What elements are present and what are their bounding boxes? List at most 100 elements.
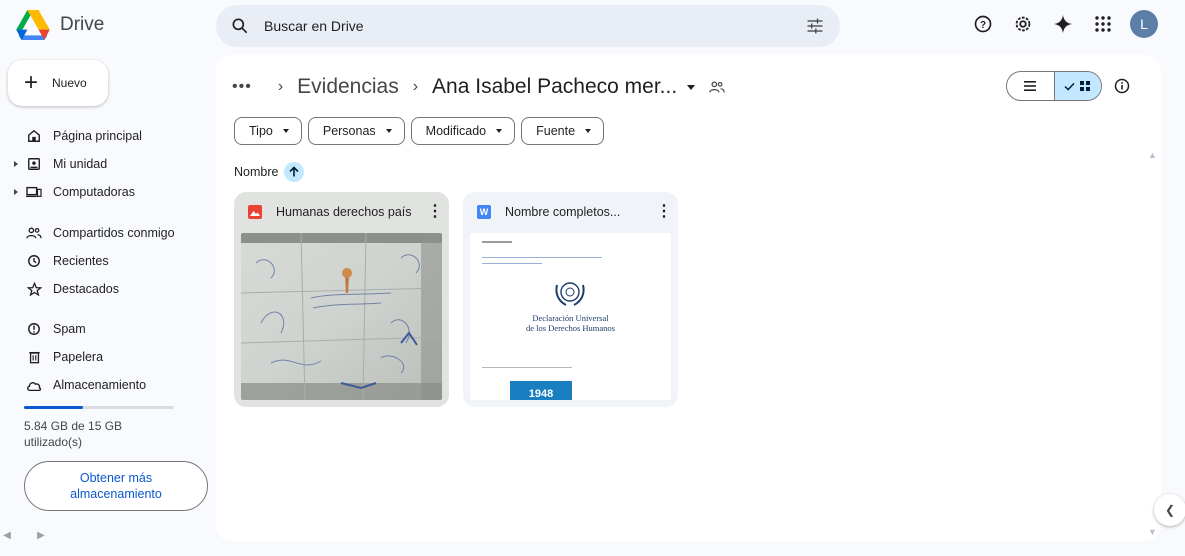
more-folders-icon[interactable]: ••• <box>232 78 252 96</box>
file-card[interactable]: Humanas derechos país ⋮ <box>234 192 449 407</box>
spam-icon <box>25 320 43 338</box>
un-emblem-icon <box>555 282 585 306</box>
filter-source[interactable]: Fuente <box>521 117 605 145</box>
sidebar-item-label: Recientes <box>53 254 109 268</box>
get-more-storage-button[interactable]: Obtener más almacenamiento <box>24 461 208 511</box>
filter-type[interactable]: Tipo <box>234 117 302 145</box>
sidebar-nav-primary: Página principal Mi unidad Computadoras <box>0 122 212 206</box>
chevron-down-icon <box>496 129 503 133</box>
chevron-right-icon: › <box>412 78 419 95</box>
chevron-left-icon: ❮ <box>1164 503 1176 517</box>
sidebar-item-home[interactable]: Página principal <box>0 122 212 150</box>
chevron-down-icon <box>585 129 592 133</box>
expand-caret-icon[interactable] <box>14 161 18 167</box>
file-name: Nombre completos... <box>505 205 621 219</box>
more-options-icon[interactable]: ⋮ <box>427 204 443 220</box>
sidebar-item-label: Destacados <box>53 282 120 296</box>
word-file-icon: W <box>477 205 491 219</box>
scroll-down-icon[interactable]: ▼ <box>1148 527 1157 537</box>
scroll-right-icon[interactable]: ▶ <box>34 530 48 541</box>
sidebar-item-label: Mi unidad <box>53 157 108 171</box>
breadcrumb: ••• › Evidencias › Ana Isabel Pacheco me… <box>232 73 725 101</box>
drive-logo[interactable]: Drive <box>16 10 104 40</box>
more-options-icon[interactable]: ⋮ <box>656 204 672 220</box>
doc-preview-title: Declaración Universal de los Derechos Hu… <box>470 313 671 333</box>
doc-title-line-2: de los Derechos Humanos <box>526 323 615 333</box>
storage-progress-fill <box>24 406 83 409</box>
sidebar-item-recent[interactable]: Recientes <box>0 247 212 275</box>
side-panel-toggle-button[interactable]: ❮ <box>1154 494 1185 526</box>
chevron-down-icon <box>385 129 392 133</box>
sidebar-horizontal-scrollbar[interactable]: ◀ ▶ <box>0 527 212 543</box>
plus-icon: + <box>24 69 39 96</box>
filter-modified[interactable]: Modificado <box>410 117 516 145</box>
gemini-icon[interactable] <box>1050 11 1076 37</box>
chip-label: Fuente <box>536 124 576 138</box>
chevron-right-icon: › <box>277 78 284 95</box>
scroll-left-icon[interactable]: ◀ <box>0 530 14 541</box>
file-card[interactable]: W Nombre completos... ⋮ Declaración Univ… <box>463 192 678 407</box>
sidebar-nav-secondary: Compartidos conmigo Recientes Destacados <box>0 219 212 303</box>
breadcrumb-current[interactable]: Ana Isabel Pacheco mer... <box>432 75 677 99</box>
sidebar-item-storage[interactable]: Almacenamiento <box>0 371 212 399</box>
search-bar[interactable]: Buscar en Drive <box>216 5 840 47</box>
shared-icon <box>25 224 43 242</box>
grid-view-button[interactable] <box>1053 72 1101 100</box>
home-icon <box>25 127 43 145</box>
star-icon <box>25 280 43 298</box>
chevron-down-icon[interactable] <box>687 84 696 90</box>
new-button[interactable]: + Nuevo <box>8 60 108 106</box>
settings-icon[interactable] <box>1010 11 1036 37</box>
arrow-up-icon[interactable] <box>284 162 305 182</box>
sidebar-item-label: Página principal <box>53 129 142 143</box>
my-drive-icon <box>25 155 43 173</box>
sidebar-nav-tertiary: Spam Papelera Almacenamiento <box>0 315 212 399</box>
sort-control[interactable]: Nombre <box>234 162 305 182</box>
help-icon[interactable]: ? <box>970 11 996 37</box>
info-icon[interactable] <box>1112 76 1132 96</box>
shared-folder-icon[interactable] <box>709 79 725 95</box>
search-icon[interactable] <box>230 16 250 36</box>
main-content: ••• › Evidencias › Ana Isabel Pacheco me… <box>216 55 1161 541</box>
list-view-button[interactable] <box>1007 72 1054 100</box>
expand-caret-icon[interactable] <box>14 189 18 195</box>
header-actions: ? L <box>970 10 1158 38</box>
chip-label: Tipo <box>249 124 273 138</box>
chevron-down-icon <box>282 129 289 133</box>
sidebar-item-shared[interactable]: Compartidos conmigo <box>0 219 212 247</box>
sidebar-item-spam[interactable]: Spam <box>0 315 212 343</box>
search-options-icon[interactable] <box>804 16 826 36</box>
image-file-icon <box>248 205 262 219</box>
sidebar-item-computers[interactable]: Computadoras <box>0 178 212 206</box>
view-toggle <box>1006 71 1102 101</box>
computers-icon <box>25 183 43 201</box>
chip-label: Personas <box>322 124 376 138</box>
apps-grid-icon[interactable] <box>1090 11 1116 37</box>
sidebar-item-label: Spam <box>53 322 86 336</box>
filter-people[interactable]: Personas <box>307 117 405 145</box>
breadcrumb-parent[interactable]: Evidencias <box>297 75 399 99</box>
avatar[interactable]: L <box>1130 10 1158 38</box>
doc-text-line <box>482 241 512 243</box>
doc-text-line <box>482 263 542 264</box>
new-button-label: Nuevo <box>52 76 87 90</box>
svg-text:?: ? <box>980 20 986 31</box>
sidebar-item-starred[interactable]: Destacados <box>0 275 212 303</box>
doc-preview-badge: 1948 <box>510 381 572 400</box>
cloud-icon <box>25 376 43 394</box>
scroll-up-icon[interactable]: ▲ <box>1148 150 1157 160</box>
drive-logo-icon <box>16 10 50 40</box>
sidebar-item-my-drive[interactable]: Mi unidad <box>0 150 212 178</box>
sidebar-item-trash[interactable]: Papelera <box>0 343 212 371</box>
search-input[interactable]: Buscar en Drive <box>264 18 804 34</box>
check-icon <box>1064 82 1076 91</box>
file-thumbnail <box>241 233 442 400</box>
grid-icon <box>1080 81 1091 91</box>
doc-text-line <box>482 367 572 368</box>
sidebar-item-label: Almacenamiento <box>53 378 147 392</box>
file-name: Humanas derechos país <box>276 205 412 219</box>
sort-label: Nombre <box>234 165 279 179</box>
file-thumbnail: Declaración Universal de los Derechos Hu… <box>470 233 671 400</box>
filter-chips: Tipo Personas Modificado Fuente <box>234 117 605 145</box>
sidebar-item-label: Computadoras <box>53 185 135 199</box>
